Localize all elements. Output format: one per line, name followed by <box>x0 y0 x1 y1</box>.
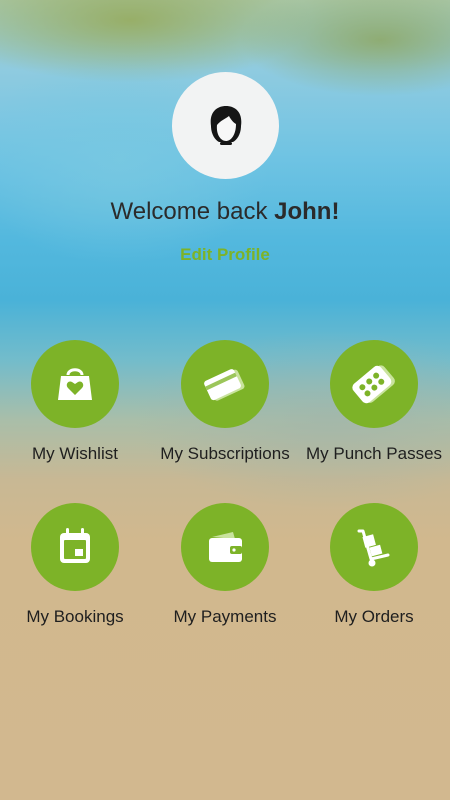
payments-label: My Payments <box>173 607 277 626</box>
bookings-circle <box>31 503 119 591</box>
subscriptions-circle <box>181 340 269 428</box>
cards-icon <box>204 369 245 401</box>
orders-button[interactable]: My Orders <box>299 503 449 627</box>
hand-truck-icon <box>357 529 390 567</box>
welcome-message: Welcome back John! <box>0 198 450 226</box>
user-avatar-icon <box>210 105 241 145</box>
profile-avatar[interactable] <box>172 72 279 179</box>
payments-button[interactable]: My Payments <box>150 503 300 627</box>
punch-passes-button[interactable]: My Punch Passes <box>299 340 449 464</box>
wallet-icon <box>209 532 242 562</box>
shopping-bag-heart-icon <box>58 368 92 400</box>
punch-pass-icon <box>352 365 395 404</box>
orders-circle <box>330 503 418 591</box>
edit-profile-link[interactable]: Edit Profile <box>0 245 450 265</box>
wishlist-label: My Wishlist <box>32 444 118 463</box>
wishlist-circle <box>31 340 119 428</box>
orders-label: My Orders <box>334 607 414 626</box>
welcome-prefix: Welcome back <box>110 198 275 225</box>
subscriptions-label: My Subscriptions <box>160 444 290 463</box>
subscriptions-button[interactable]: My Subscriptions <box>150 340 300 464</box>
bookings-button[interactable]: My Bookings <box>0 503 150 627</box>
punch-passes-label: My Punch Passes <box>305 444 443 463</box>
punch-passes-circle <box>330 340 418 428</box>
wishlist-button[interactable]: My Wishlist <box>0 340 150 464</box>
payments-circle <box>181 503 269 591</box>
calendar-icon <box>60 528 90 563</box>
bookings-label: My Bookings <box>26 607 124 626</box>
user-name: John! <box>274 198 340 225</box>
